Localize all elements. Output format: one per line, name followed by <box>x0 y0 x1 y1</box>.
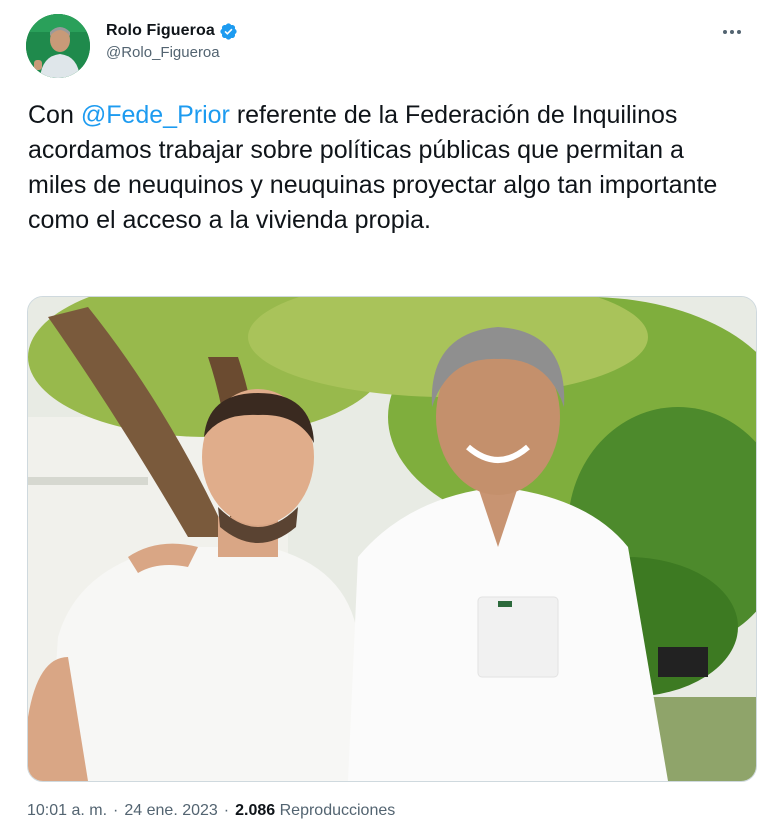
tweet-photo[interactable] <box>27 296 757 782</box>
author-name-block: Rolo Figueroa @Rolo_Figueroa <box>106 20 238 61</box>
views-count: 2.086 <box>235 802 276 819</box>
mention-link[interactable]: @Fede_Prior <box>81 101 230 129</box>
more-horizontal-icon[interactable] <box>720 22 744 42</box>
tweet-text: Con @Fede_Prior referente de la Federaci… <box>28 98 748 238</box>
author-display-name[interactable]: Rolo Figueroa <box>106 22 215 40</box>
author-handle[interactable]: @Rolo_Figueroa <box>106 44 238 61</box>
tweet-header: Rolo Figueroa @Rolo_Figueroa <box>26 14 746 80</box>
views-label: Reproducciones <box>279 802 396 819</box>
tweet-card: Rolo Figueroa @Rolo_Figueroa Con @Fede_P… <box>0 0 770 820</box>
meta-separator-2: · <box>223 802 230 819</box>
tweet-time[interactable]: 10:01 a. m. <box>27 802 107 819</box>
tweet-text-before: Con <box>28 101 81 129</box>
tweet-date[interactable]: 24 ene. 2023 <box>124 802 217 819</box>
meta-separator-1: · <box>113 802 119 819</box>
tweet-meta: 10:01 a. m. · 24 ene. 2023 · 2.086 Reproducc… <box>27 802 395 820</box>
verified-badge-icon <box>219 22 238 41</box>
display-name-row: Rolo Figueroa <box>106 20 238 42</box>
author-avatar[interactable] <box>26 14 90 78</box>
